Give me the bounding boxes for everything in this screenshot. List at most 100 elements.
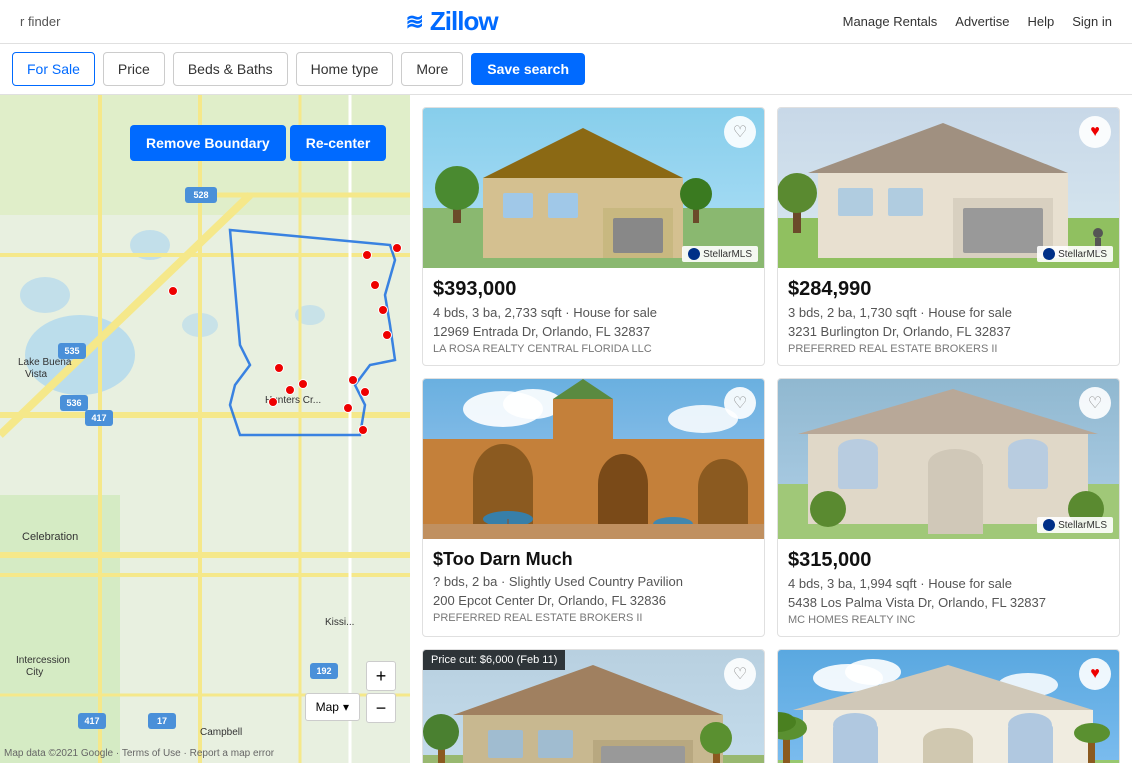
- filter-bar: For Sale Price Beds & Baths Home type Mo…: [0, 44, 1132, 95]
- advertise-link[interactable]: Advertise: [955, 14, 1009, 29]
- listings-grid: ♡ StellarMLS $393,000 4 bds, 3 ba, 2,733…: [422, 95, 1120, 763]
- map-type-container: Map ▾: [305, 693, 360, 721]
- svg-text:Intercession: Intercession: [16, 655, 70, 666]
- listing-details: 4 bds, 3 ba, 1,994 sqft · House for sale: [788, 576, 1109, 591]
- report-map-error-link[interactable]: Report a map error: [190, 748, 274, 759]
- listing-info: $284,990 3 bds, 2 ba, 1,730 sqft · House…: [778, 268, 1119, 365]
- listing-card[interactable]: ♥: [777, 649, 1120, 763]
- map-area: 528 535 536 417 417 17 192 Lake Buena Vi…: [0, 95, 410, 763]
- map-dot: [370, 280, 380, 290]
- svg-text:Campbell: Campbell: [200, 727, 242, 738]
- map-type-button[interactable]: Map ▾: [305, 693, 360, 721]
- header-nav: Manage Rentals Advertise Help Sign in: [843, 14, 1112, 29]
- listing-address: 200 Epcot Center Dr, Orlando, FL 32836: [433, 593, 754, 608]
- favorite-button[interactable]: ♡: [1079, 387, 1111, 419]
- map-footer: Map data ©2021 Google · Terms of Use · R…: [4, 748, 274, 759]
- listing-card[interactable]: Price cut: $6,000 (Feb 11) ♡: [422, 649, 765, 763]
- chevron-down-icon: ▾: [343, 700, 349, 714]
- map-dot: [382, 330, 392, 340]
- map-dot: [274, 363, 284, 373]
- terms-of-use-link[interactable]: Terms of Use: [122, 748, 181, 759]
- mls-badge: StellarMLS: [682, 246, 758, 262]
- mls-text: StellarMLS: [703, 249, 752, 260]
- zoom-in-button[interactable]: +: [366, 661, 396, 691]
- listing-image: ♥ StellarMLS: [778, 108, 1119, 268]
- listing-info: $Too Darn Much ? bds, 2 ba · Slightly Us…: [423, 539, 764, 634]
- listing-price: $393,000: [433, 278, 754, 301]
- map-dot: [268, 397, 278, 407]
- map-dot: [392, 243, 402, 253]
- price-cut-badge: Price cut: $6,000 (Feb 11): [423, 650, 565, 670]
- listing-card[interactable]: ♥ StellarMLS $284,990 3 bds, 2 ba, 1,730…: [777, 107, 1120, 366]
- listing-image-svg: [778, 108, 1119, 268]
- sign-in-link[interactable]: Sign in: [1072, 14, 1112, 29]
- svg-text:17: 17: [157, 716, 167, 726]
- listing-image-svg: [423, 379, 764, 539]
- svg-text:Lake Buena: Lake Buena: [18, 357, 72, 368]
- listing-image: ♡: [423, 379, 764, 539]
- listing-details: 3 bds, 2 ba, 1,730 sqft · House for sale: [788, 305, 1109, 320]
- favorite-button[interactable]: ♥: [1079, 658, 1111, 690]
- re-center-button[interactable]: Re-center: [290, 125, 387, 161]
- listing-image: ♡ StellarMLS: [423, 108, 764, 268]
- mls-badge: StellarMLS: [1037, 246, 1113, 262]
- header-logo: ≋ Zillow: [405, 6, 497, 37]
- listing-price: $315,000: [788, 549, 1109, 572]
- listing-image-svg: [778, 379, 1119, 539]
- map-type-label: Map: [316, 700, 339, 714]
- save-search-button[interactable]: Save search: [471, 53, 585, 85]
- svg-text:Celebration: Celebration: [22, 531, 78, 543]
- listing-image-svg: [423, 108, 764, 268]
- favorite-button[interactable]: ♡: [724, 387, 756, 419]
- listing-card[interactable]: ♡ StellarMLS $315,000 4 bds, 3 ba, 1,994…: [777, 378, 1120, 637]
- zoom-out-button[interactable]: −: [366, 693, 396, 723]
- listing-card[interactable]: ♡ StellarMLS $393,000 4 bds, 3 ba, 2,733…: [422, 107, 765, 366]
- map-dot: [348, 375, 358, 385]
- favorite-button[interactable]: ♥: [1079, 116, 1111, 148]
- mls-logo-icon: [688, 248, 700, 260]
- listing-info: $315,000 4 bds, 3 ba, 1,994 sqft · House…: [778, 539, 1119, 636]
- svg-text:535: 535: [64, 346, 79, 356]
- listing-image: ♡ StellarMLS: [778, 379, 1119, 539]
- listing-image: Price cut: $6,000 (Feb 11) ♡: [423, 650, 764, 763]
- zillow-logo-text: Zillow: [430, 6, 498, 37]
- for-sale-filter[interactable]: For Sale: [12, 52, 95, 86]
- mls-badge: StellarMLS: [1037, 517, 1113, 533]
- beds-baths-filter[interactable]: Beds & Baths: [173, 52, 288, 86]
- listing-agent: PREFERRED REAL ESTATE BROKERS II: [788, 343, 1109, 355]
- map-dot: [168, 286, 178, 296]
- map-svg: 528 535 536 417 417 17 192 Lake Buena Vi…: [0, 95, 410, 763]
- listing-price: $Too Darn Much: [433, 549, 754, 570]
- favorite-button[interactable]: ♡: [724, 658, 756, 690]
- map-dot: [378, 305, 388, 315]
- map-buttons: Remove Boundary Re-center: [130, 125, 386, 161]
- listing-agent: MC HOMES REALTY INC: [788, 614, 1109, 626]
- svg-text:417: 417: [91, 413, 106, 423]
- map-dot: [358, 425, 368, 435]
- header: r finder ≋ Zillow Manage Rentals Adverti…: [0, 0, 1132, 44]
- listing-address: 12969 Entrada Dr, Orlando, FL 32837: [433, 324, 754, 339]
- more-filter[interactable]: More: [401, 52, 463, 86]
- home-type-filter[interactable]: Home type: [296, 52, 394, 86]
- help-link[interactable]: Help: [1027, 14, 1054, 29]
- svg-text:Kissi...: Kissi...: [325, 617, 354, 628]
- listing-card[interactable]: ♡ $Too Darn Much ? bds, 2 ba · Slightly …: [422, 378, 765, 637]
- listing-agent: LA ROSA REALTY CENTRAL FLORIDA LLC: [433, 343, 754, 355]
- manage-rentals-link[interactable]: Manage Rentals: [843, 14, 938, 29]
- listing-agent: PREFERRED REAL ESTATE BROKERS II: [433, 612, 754, 624]
- listing-address: 3231 Burlington Dr, Orlando, FL 32837: [788, 324, 1109, 339]
- mls-text: StellarMLS: [1058, 249, 1107, 260]
- remove-boundary-button[interactable]: Remove Boundary: [130, 125, 286, 161]
- mls-logo-icon: [1043, 248, 1055, 260]
- favorite-button[interactable]: ♡: [724, 116, 756, 148]
- map-dot: [298, 379, 308, 389]
- listing-info: $393,000 4 bds, 3 ba, 2,733 sqft · House…: [423, 268, 764, 365]
- map-data-text: Map data ©2021 Google: [4, 748, 113, 759]
- svg-text:417: 417: [84, 716, 99, 726]
- listing-details: 4 bds, 3 ba, 2,733 sqft · House for sale: [433, 305, 754, 320]
- listing-address: 5438 Los Palma Vista Dr, Orlando, FL 328…: [788, 595, 1109, 610]
- listings-area: ♡ StellarMLS $393,000 4 bds, 3 ba, 2,733…: [410, 95, 1132, 763]
- price-filter[interactable]: Price: [103, 52, 165, 86]
- main-content: 528 535 536 417 417 17 192 Lake Buena Vi…: [0, 95, 1132, 763]
- svg-text:192: 192: [316, 666, 331, 676]
